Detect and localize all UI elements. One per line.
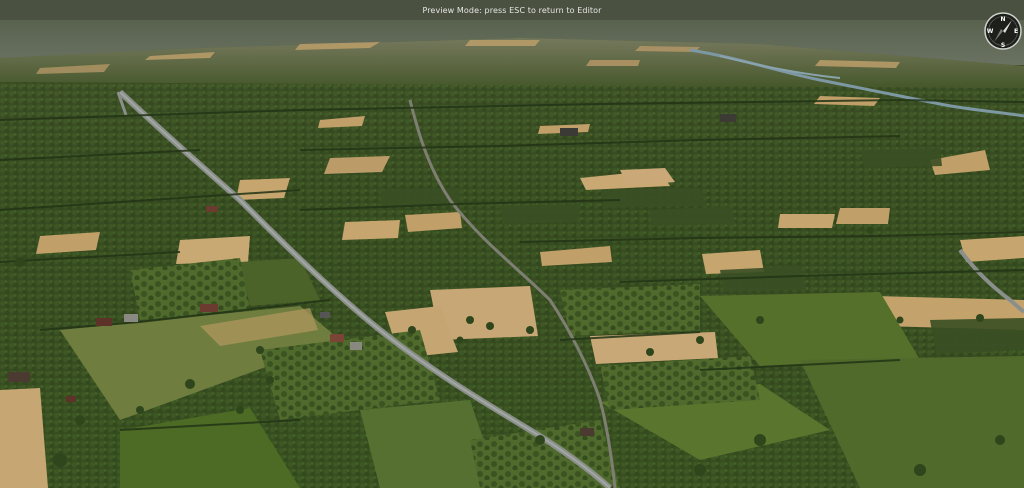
compass-icon: N E S W [984, 12, 1022, 50]
compass-south-label: S [1001, 42, 1005, 49]
terrain-scene [0, 20, 1024, 488]
compass-west-label: W [987, 28, 994, 35]
preview-status-bar: Preview Mode: press ESC to return to Edi… [0, 0, 1024, 20]
compass-north-label: N [1000, 16, 1005, 23]
preview-mode-message: Preview Mode: press ESC to return to Edi… [422, 5, 602, 15]
compass-east-label: E [1014, 28, 1018, 35]
3d-terrain-viewport[interactable] [0, 0, 1024, 488]
compass-widget[interactable]: N E S W [984, 12, 1022, 50]
